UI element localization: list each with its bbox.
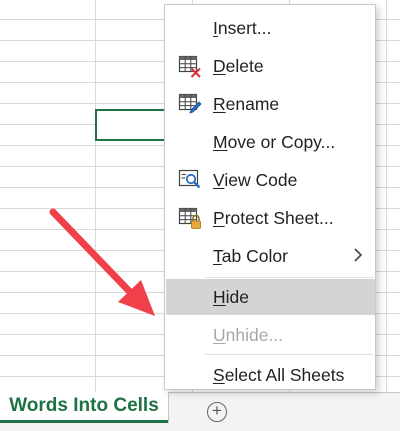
menu-separator: [205, 354, 373, 355]
menu-item-label: Hide: [213, 286, 249, 307]
menu-item-view-code[interactable]: View Code: [165, 162, 375, 198]
add-sheet-icon[interactable]: +: [207, 402, 227, 422]
menu-item-delete[interactable]: Delete: [165, 48, 375, 84]
menu-item-label: Select All Sheets: [213, 364, 345, 385]
active-cell[interactable]: [95, 109, 167, 141]
delete-sheet-icon: [178, 55, 201, 78]
sheet-tab-label: Words Into Cells: [9, 395, 159, 416]
menu-item-label: Unhide...: [213, 324, 284, 345]
menu-item-label: Delete: [213, 55, 264, 76]
menu-item-protect-sheet[interactable]: Protect Sheet...: [165, 200, 375, 236]
menu-item-label: Tab Color: [213, 245, 288, 266]
menu-item-rename[interactable]: Rename: [165, 86, 375, 122]
menu-item-move-or-copy[interactable]: Move or Copy...: [165, 124, 375, 160]
menu-item-label: Insert...: [213, 17, 272, 38]
chevron-right-icon: [354, 248, 363, 262]
menu-item-insert[interactable]: Insert...: [165, 10, 375, 46]
menu-item-label: Rename: [213, 93, 280, 114]
menu-item-label: Move or Copy...: [213, 131, 336, 152]
sheet-tab-words-into-cells[interactable]: Words Into Cells: [0, 392, 168, 423]
add-sheet-glyph: +: [212, 401, 222, 420]
menu-item-unhide: Unhide...: [165, 317, 375, 353]
menu-separator: [205, 277, 373, 278]
menu-item-tab-color[interactable]: Tab Color: [165, 238, 375, 274]
view-code-icon: [178, 169, 201, 189]
protect-sheet-icon: [178, 207, 201, 229]
sheet-tab-bar: Words Into Cells: [0, 392, 400, 431]
menu-item-label: View Code: [213, 169, 298, 190]
menu-item-hide[interactable]: Hide: [166, 279, 375, 315]
menu-item-select-all-sheets[interactable]: Select All Sheets: [165, 357, 375, 393]
rename-sheet-icon: [178, 93, 202, 114]
sheet-context-menu: Insert... Delete Rename Move or Copy...: [164, 4, 376, 390]
menu-item-label: Protect Sheet...: [213, 207, 334, 228]
